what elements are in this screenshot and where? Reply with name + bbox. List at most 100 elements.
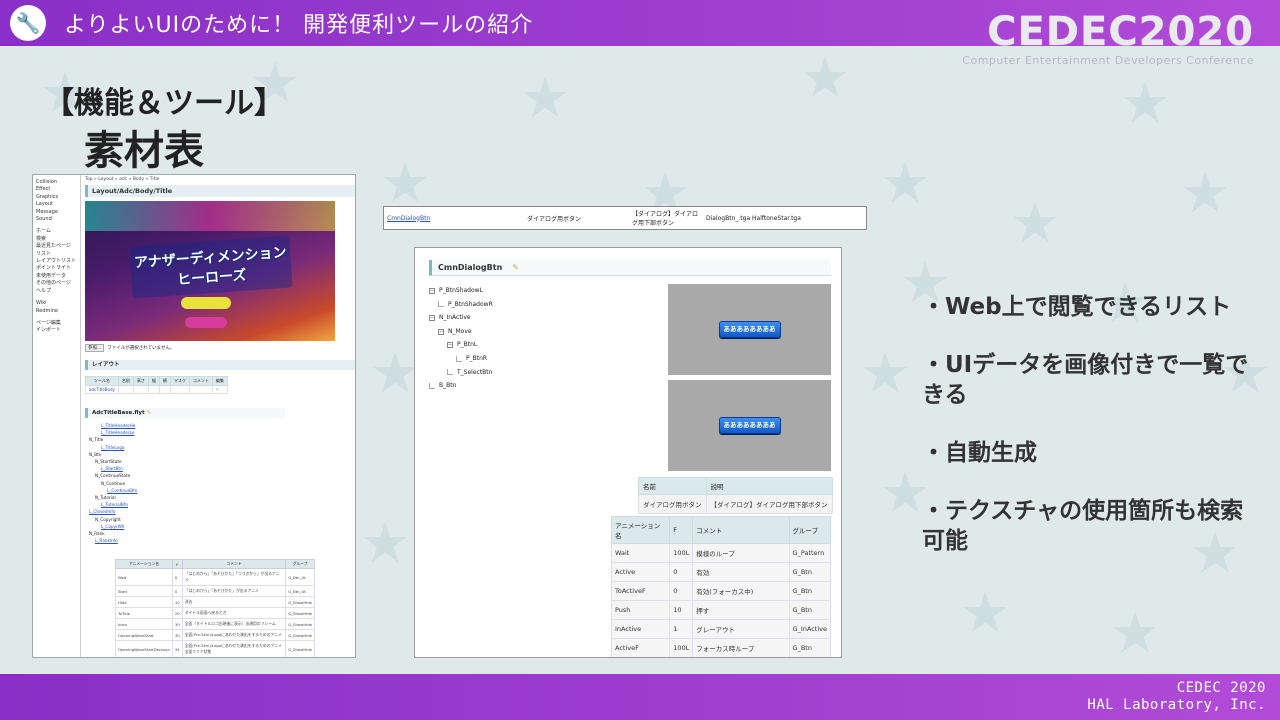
anim-mini-cell: 全面(Pre-Skin)/Logoにあわせた演出をするためのアニメ: [181, 629, 287, 641]
page-heading: Layout/Adc/Body/Title: [85, 185, 355, 197]
sidebar-item[interactable]: Sound: [36, 216, 77, 223]
desc-cell: 【ダイアログ】ダイアログ用下部ボタン: [705, 494, 833, 514]
mid-tree-row: − P_BtnShadowL: [429, 284, 493, 298]
tree-row: N_Tutorial: [85, 494, 355, 501]
sidebar-item[interactable]: Wiki: [36, 300, 77, 307]
tree-node[interactable]: L_TitleLogo: [101, 445, 124, 450]
mid-tree-label: N_Move: [448, 327, 472, 335]
anim-mini-cell: OpeningWaveStartDecision: [115, 640, 173, 657]
anim-header-cell: グループ: [788, 516, 832, 544]
tree-branch-icon: [456, 355, 462, 362]
slide-title: よりよいUIのために！ 開発便利ツールの紹介: [64, 13, 534, 38]
row-textures: DialogBtn_.tga HalftoneStar.tga: [706, 214, 801, 222]
tree-row: L_TitleHeaderLe: [85, 429, 355, 436]
anim-table-row: Wait 100L 模様のループ G_Pattern: [610, 543, 832, 563]
anim-table-row: ActiveF 100L フォーカス時ループ G_Btn: [610, 638, 832, 657]
anim-cell: Wait: [610, 543, 671, 563]
sidebar-item[interactable]: その他のページ: [36, 280, 77, 287]
anim-cell: G_Btn: [788, 562, 832, 582]
anim-mini-cell: G_ShowHide: [285, 618, 315, 630]
tree-node[interactable]: L_StartBtn: [101, 466, 123, 471]
anim-cell: G_InActive: [788, 619, 832, 639]
anim-cell: ActiveF: [610, 638, 671, 657]
sidebar-item[interactable]: ヘルプ: [36, 288, 77, 295]
anim-mini-cell: 20: [171, 607, 183, 619]
cedec-logo-main: CEDEC2020: [987, 9, 1254, 55]
row-link[interactable]: CmnDialogBtn: [384, 215, 524, 222]
preview-focused: ああああああああ: [668, 380, 831, 471]
wiki-screenshot-left: Collision Effect Graphics Layout Message Soun…: [32, 174, 356, 658]
sidebar-item[interactable]: Layout: [36, 201, 77, 208]
sidebar-item[interactable]: Graphics: [36, 194, 77, 201]
tree-toggle-icon[interactable]: −: [447, 342, 453, 349]
anim-cell: G_Btn: [788, 581, 832, 601]
anim-table-row: ToActiveF 0 有効(フォーカス中) G_Btn: [610, 581, 832, 601]
tree-row: N_Continue: [85, 480, 355, 487]
anim-mini-cell: ToTitle: [115, 607, 173, 619]
anim-cell: 0: [669, 562, 694, 582]
anim-cell: 有効: [692, 562, 790, 582]
image-swirl: [85, 201, 335, 231]
breadcrumb[interactable]: Top » Layout » adc » Body » Title: [85, 177, 355, 182]
sidebar-item[interactable]: ホーム: [36, 228, 77, 235]
sidebar-item[interactable]: ポイントライト: [36, 265, 77, 272]
tree-node[interactable]: L_TitleHeaderLe: [101, 430, 134, 435]
tree-row: L_TitleLogo: [85, 444, 355, 451]
pencil-icon[interactable]: ✎: [512, 263, 519, 272]
anim-mini-row: Wait 0 「はじめから」「あそびかた」「つづきから」が出るアニメ G_Btn_Ut: [115, 568, 315, 586]
tree-toggle-icon[interactable]: −: [429, 314, 435, 321]
tree-node[interactable]: L_CopyrWII: [101, 524, 124, 529]
anim-header-cell: アニメーション名: [610, 516, 671, 544]
anim-mini-cell: Intro: [115, 618, 173, 630]
anim-table-header: アニメーション名 F コメント グループ: [610, 516, 832, 544]
anim-mini-row: ToTitle 20 タイトル画面へ戻るとき G_ShowHide: [115, 607, 315, 619]
anim-table-row: Push 10 押す G_Btn: [610, 600, 832, 620]
tree-row: N_Btn: [85, 451, 355, 458]
name-cell: ダイアログ用ボタン: [638, 494, 707, 514]
sidebar-item[interactable]: インポート: [36, 327, 77, 334]
layout-table-link[interactable]: adcTitleBody: [85, 385, 119, 394]
anim-mini-cell: Wait: [115, 568, 173, 586]
sidebar-item[interactable]: Collision: [36, 179, 77, 186]
pencil-icon[interactable]: ✎: [147, 410, 152, 416]
mid-tree-row: T_SelectBtn: [429, 366, 493, 380]
sidebar-item[interactable]: Effect: [36, 186, 77, 193]
sidebar-item[interactable]: Redmine: [36, 308, 77, 315]
anim-mini-header-cell: グループ: [285, 559, 315, 569]
sidebar-item[interactable]: Message: [36, 209, 77, 216]
preview-button: ああああああああ: [718, 321, 781, 338]
anim-mini-row: Hide 10 消去 G_ShowHide: [115, 596, 315, 608]
file-browse-button[interactable]: 参照...: [85, 344, 105, 352]
tree-node[interactable]: L_RankInfo: [95, 538, 118, 543]
sidebar-item[interactable]: リスト: [36, 251, 77, 258]
anim-mini-cell: OpeningWaveStart: [115, 629, 173, 641]
tree-toggle-icon[interactable]: −: [438, 328, 444, 335]
tree-row: L_ClosedInfo: [85, 508, 355, 515]
tree-node: N_Copyright: [95, 516, 121, 522]
anim-header-cell: コメント: [692, 516, 790, 544]
tree-toggle-icon[interactable]: −: [429, 287, 435, 294]
mid-tree-label: P_BtnL: [457, 341, 478, 349]
sidebar-item[interactable]: 最近見たページ: [36, 243, 77, 250]
tree-row: N_Copyright: [85, 516, 355, 523]
tree-row: N_Rank: [85, 530, 355, 537]
anim-table-row: Active 0 有効 G_Btn: [610, 562, 832, 582]
anim-cell: G_Pattern: [788, 543, 832, 563]
mid-tree-row: P_BtnShadowR: [429, 298, 493, 312]
cedec-logo-sub: Computer Entertainment Developers Confer…: [962, 54, 1254, 67]
tree-node: N_Title: [89, 437, 104, 443]
tree-node[interactable]: L_ClosedInfo: [89, 509, 115, 514]
list-row: CmnDialogBtn ダイアログ用ボタン 【ダイアログ】ダイアログ用下部ボタ…: [383, 206, 867, 230]
file-row: 参照... ファイルが選択されていません。: [85, 344, 355, 352]
mid-tree-row: P_BtnR: [429, 352, 493, 366]
name-table-header: 名前 説明: [638, 477, 833, 495]
anim-header-cell: F: [669, 516, 694, 544]
tree-node[interactable]: L_TitleHeaderHe: [101, 423, 135, 428]
anim-mini-cell: 30: [171, 629, 183, 641]
tree-node[interactable]: L_ContinueBtn: [107, 488, 137, 493]
mid-heading: CmnDialogBtn ✎: [429, 260, 831, 276]
tree-row: N_ContinueState: [85, 472, 355, 479]
tree-node[interactable]: L_TutorialBtn: [101, 502, 128, 507]
name-table-row: ダイアログ用ボタン 【ダイアログ】ダイアログ用下部ボタン: [638, 494, 833, 514]
wrench-icon: 🔧: [10, 5, 46, 41]
